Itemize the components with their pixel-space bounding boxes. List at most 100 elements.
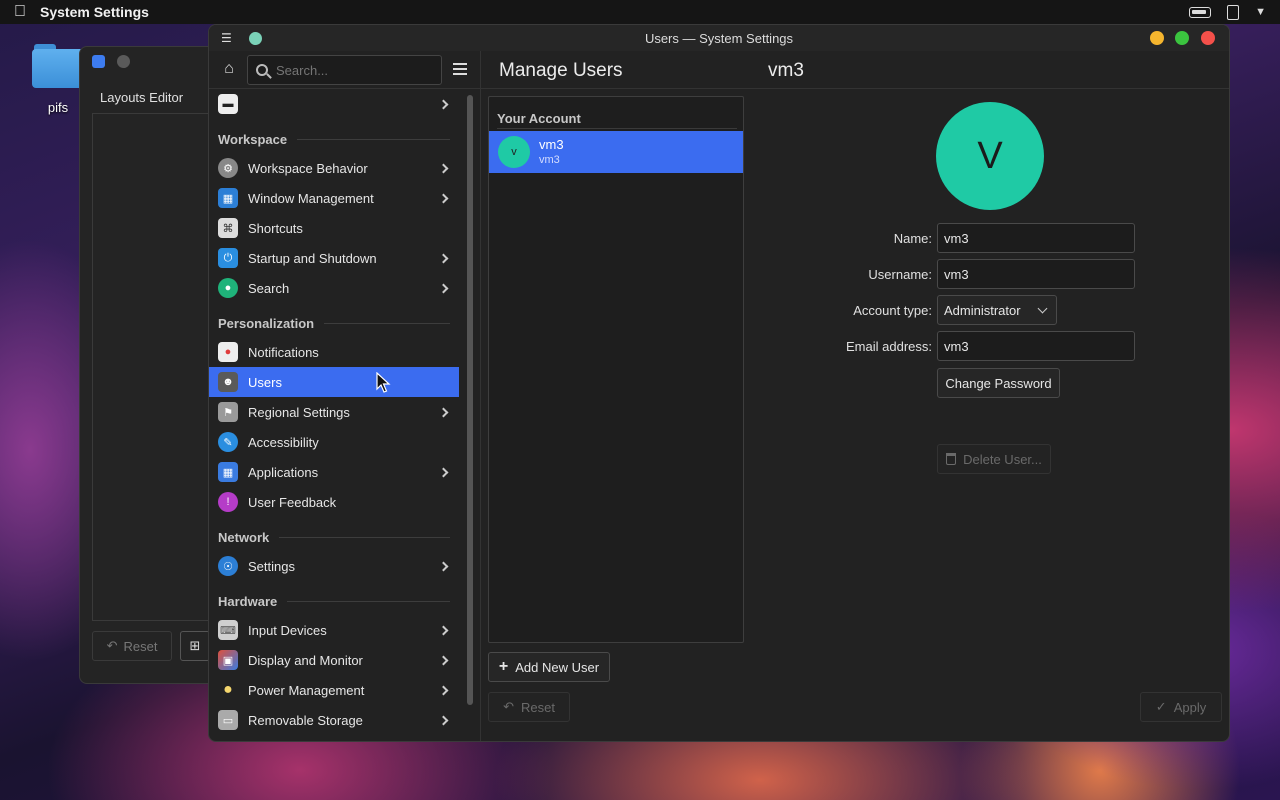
chevron-right-icon bbox=[438, 561, 449, 571]
hamburger-menu-icon[interactable] bbox=[453, 63, 467, 75]
removable-storage-icon: ▭ bbox=[218, 710, 238, 730]
trash-icon bbox=[946, 453, 957, 465]
menubar-app-name[interactable]: System Settings bbox=[40, 4, 149, 20]
add-new-user-label: Add New User bbox=[515, 659, 600, 675]
user-name: vm3 bbox=[539, 137, 564, 152]
search-icon bbox=[256, 64, 268, 76]
close-button[interactable] bbox=[1201, 31, 1215, 45]
change-password-button[interactable]: Change Password bbox=[937, 368, 1060, 398]
sidebar-item-user-feedback[interactable]: ! User Feedback bbox=[209, 487, 459, 517]
apply-button[interactable]: ✓ Apply bbox=[1140, 692, 1222, 722]
sidebar-item-label: Removable Storage bbox=[248, 712, 363, 728]
search-box[interactable] bbox=[247, 55, 442, 85]
bg-export-button[interactable]: ⊞ bbox=[180, 631, 210, 661]
export-icon: ⊞ bbox=[189, 638, 201, 653]
search-input[interactable] bbox=[276, 62, 426, 78]
name-field[interactable]: vm3 bbox=[937, 223, 1135, 253]
window-title: Users — System Settings bbox=[644, 30, 794, 46]
user-list-item[interactable]: v vm3 vm3 bbox=[489, 131, 743, 173]
user-avatar-large[interactable]: V bbox=[936, 102, 1044, 210]
sidebar-item-removable-storage[interactable]: ▭ Removable Storage bbox=[209, 705, 459, 735]
email-field[interactable]: vm3 bbox=[937, 331, 1135, 361]
delete-user-button[interactable]: Delete User... bbox=[937, 444, 1051, 474]
sidebar-item-label: Applications bbox=[248, 464, 319, 480]
chevron-right-icon bbox=[438, 625, 449, 635]
plus-icon: + bbox=[498, 658, 509, 675]
sidebar-item-shortcuts[interactable]: ⌘ Shortcuts bbox=[209, 213, 459, 243]
pin-button[interactable] bbox=[249, 32, 262, 45]
startup-icon: ⏻ bbox=[218, 248, 238, 268]
sidebar-item-accessibility[interactable]: ✎ Accessibility bbox=[209, 427, 459, 457]
glasses-icon: ▬ bbox=[218, 94, 238, 114]
page-title: Manage Users bbox=[499, 60, 623, 81]
your-account-heading: Your Account bbox=[497, 111, 581, 126]
account-type-label: Account type: bbox=[853, 303, 932, 318]
sidebar-item-top[interactable]: ▬ bbox=[209, 89, 459, 119]
chevron-down-icon bbox=[1037, 303, 1048, 314]
sidebar-item-label: Window Management bbox=[248, 190, 374, 206]
window-management-icon: ▦ bbox=[218, 188, 238, 208]
user-username: vm3 bbox=[539, 154, 560, 166]
section-network: Network bbox=[218, 527, 450, 547]
user-feedback-icon: ! bbox=[218, 492, 238, 512]
username-label: Username: bbox=[868, 267, 932, 282]
folder-icon bbox=[32, 44, 84, 88]
applications-icon: ▦ bbox=[218, 462, 238, 482]
sidebar-item-notifications[interactable]: ● Notifications bbox=[209, 337, 459, 367]
sidebar-item-label: Settings bbox=[248, 558, 295, 574]
window-button[interactable] bbox=[117, 54, 130, 68]
chevron-right-icon bbox=[438, 685, 449, 695]
sidebar-item-label: Input Devices bbox=[248, 622, 327, 638]
workspace-behavior-icon: ⚙ bbox=[218, 158, 238, 178]
sidebar-item-workspace-behavior[interactable]: ⚙ Workspace Behavior bbox=[209, 153, 459, 183]
minimize-button[interactable] bbox=[1150, 31, 1164, 45]
bg-reset-button[interactable]: ↶ Reset bbox=[92, 631, 172, 661]
clipboard-icon[interactable] bbox=[1227, 4, 1240, 20]
sidebar-item-search[interactable]: ● Search bbox=[209, 273, 459, 303]
chevron-down-icon[interactable]: ▼ bbox=[1255, 6, 1266, 18]
layouts-panel bbox=[92, 113, 222, 621]
add-new-user-button[interactable]: + Add New User bbox=[488, 652, 610, 682]
tab-layouts-editor[interactable]: Layouts Editor bbox=[92, 83, 191, 113]
username-field[interactable]: vm3 bbox=[937, 259, 1135, 289]
sidebar-item-label: User Feedback bbox=[248, 494, 337, 510]
sidebar-item-label: Shortcuts bbox=[248, 220, 303, 236]
account-type-select[interactable]: Administrator bbox=[937, 295, 1057, 325]
sidebar-item-applications[interactable]: ▦ Applications bbox=[209, 457, 459, 487]
settings-app-icon[interactable]: ☰ bbox=[221, 31, 237, 45]
input-devices-icon: ⌨ bbox=[218, 620, 238, 640]
name-label: Name: bbox=[893, 231, 932, 246]
sidebar-item-label: Regional Settings bbox=[248, 404, 350, 420]
sidebar-item-startup-shutdown[interactable]: ⏻ Startup and Shutdown bbox=[209, 243, 459, 273]
sidebar-item-users[interactable]: ☻ Users bbox=[209, 367, 459, 397]
accessibility-icon: ✎ bbox=[218, 432, 238, 452]
maximize-button[interactable] bbox=[1175, 31, 1189, 45]
apply-label: Apply bbox=[1173, 699, 1207, 715]
chevron-right-icon bbox=[438, 99, 449, 109]
sidebar-scrollbar[interactable] bbox=[467, 95, 473, 705]
reset-button[interactable]: ↶ Reset bbox=[488, 692, 570, 722]
apple-icon[interactable]:  bbox=[14, 3, 26, 21]
window-titlebar[interactable]: ☰ Users — System Settings bbox=[209, 25, 1229, 51]
sidebar-item-label: Accessibility bbox=[248, 434, 319, 450]
chevron-right-icon bbox=[438, 163, 449, 173]
chevron-right-icon bbox=[438, 467, 449, 477]
users-icon: ☻ bbox=[218, 372, 238, 392]
sidebar-item-window-management[interactable]: ▦ Window Management bbox=[209, 183, 459, 213]
sidebar-item-display-monitor[interactable]: ▣ Display and Monitor bbox=[209, 645, 459, 675]
sidebar-item-input-devices[interactable]: ⌨ Input Devices bbox=[209, 615, 459, 645]
sidebar-item-power-management[interactable]: ● Power Management bbox=[209, 675, 459, 705]
delete-user-label: Delete User... bbox=[963, 451, 1042, 467]
sidebar-item-label: Power Management bbox=[248, 682, 365, 698]
selected-user-title: vm3 bbox=[768, 60, 804, 81]
sidebar-item-regional-settings[interactable]: ⚑ Regional Settings bbox=[209, 397, 459, 427]
sidebar-item-network-settings[interactable]: ☉ Settings bbox=[209, 551, 459, 581]
accounts-list: Your Account v vm3 vm3 bbox=[488, 96, 744, 643]
sidebar-item-label: Display and Monitor bbox=[248, 652, 363, 668]
battery-icon[interactable] bbox=[1189, 6, 1212, 18]
chevron-right-icon bbox=[438, 655, 449, 665]
section-personalization: Personalization bbox=[218, 313, 450, 333]
undo-icon: ↶ bbox=[503, 699, 514, 714]
home-icon[interactable]: ⌂ bbox=[219, 60, 239, 80]
chevron-right-icon bbox=[438, 253, 449, 263]
